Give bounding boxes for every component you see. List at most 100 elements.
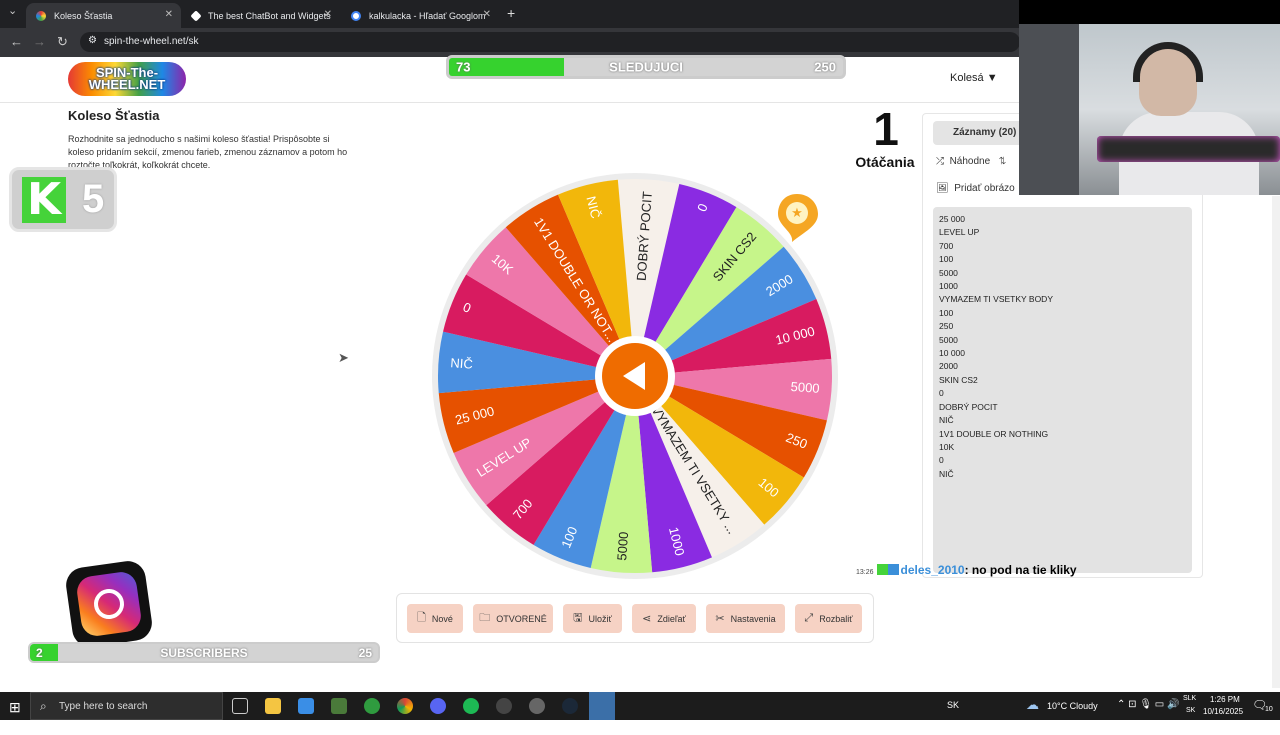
webcam-overlay: [1019, 24, 1280, 195]
follower-target: 250: [814, 59, 836, 75]
chrome-icon[interactable]: [397, 698, 413, 714]
active-app-icon[interactable]: [589, 692, 615, 720]
entry-line: NIČ: [939, 468, 954, 479]
tray-lang[interactable]: SK: [947, 700, 959, 728]
task-view-icon[interactable]: [232, 698, 248, 714]
settings-label: Nastavenia: [730, 613, 776, 624]
entry-line: 700: [939, 240, 954, 251]
windows-start-icon[interactable]: ⊞: [9, 699, 21, 716]
diamond-favicon-icon: [190, 9, 202, 22]
expand-icon: ⤢: [804, 612, 814, 624]
entry-line: 100: [939, 307, 954, 318]
discord-icon[interactable]: [430, 698, 446, 714]
new-button[interactable]: 🗋 Nové: [407, 604, 463, 633]
webcam-background: [1019, 24, 1079, 195]
wheel-segment-label: 5000: [614, 531, 631, 561]
xbox-icon[interactable]: [364, 698, 380, 714]
entry-line: 1000: [939, 281, 958, 292]
site-logo[interactable]: SPIN-The-WHEEL.NET: [68, 62, 186, 96]
address-bar[interactable]: ⚙ spin-the-wheel.net/sk: [80, 32, 1020, 52]
sort-icon[interactable]: ⇅: [999, 156, 1007, 167]
open-button[interactable]: 🗀 OTVORENÉ: [473, 604, 553, 633]
tab-list-icon[interactable]: ⌄: [8, 4, 17, 17]
spins-label: Otáčania: [855, 154, 915, 170]
entry-line: 0: [939, 455, 944, 466]
add-image-label: Pridať obrázo: [954, 183, 1015, 194]
subscribers-label: SUBSCRIBERS: [160, 645, 248, 660]
wheel-pointer-icon: ★: [778, 194, 818, 242]
entry-line: 0: [939, 388, 944, 399]
settings-button[interactable]: ✂ Nastavenia: [706, 604, 785, 633]
close-icon[interactable]: ✕: [165, 9, 173, 20]
taskbar-search[interactable]: ⌕ Type here to search: [30, 692, 223, 720]
obs-icon[interactable]: [496, 698, 512, 714]
tray-icons[interactable]: ⌃ ⊡ 🎙 ▭ 🔊: [1117, 699, 1179, 727]
new-tab-icon[interactable]: +: [507, 5, 515, 21]
share-button[interactable]: ⋖ Zdieľať: [632, 604, 696, 633]
save-icon: 🖫: [573, 612, 583, 624]
entry-line: DOBRÝ POCIT: [939, 401, 998, 412]
wheels-dropdown[interactable]: Kolesá ▼: [950, 72, 998, 84]
tab-entries[interactable]: Záznamy (20): [933, 121, 1033, 145]
close-icon[interactable]: ✕: [324, 9, 332, 20]
tab-chatbot[interactable]: The best ChatBot and Widgets ✕: [182, 3, 340, 28]
entries-textarea[interactable]: 25 000 LEVEL UP 700 100 5000 1000 VYMAZEM TI V…: [933, 207, 1192, 573]
spotify-icon[interactable]: [463, 698, 479, 714]
headphones-icon: [1133, 42, 1203, 82]
weather-text[interactable]: 10°C Cloudy: [1047, 701, 1098, 729]
file-explorer-icon[interactable]: [265, 698, 281, 714]
site-info-icon[interactable]: ⚙: [88, 35, 97, 46]
image-add-icon: 🖼: [936, 183, 949, 194]
entry-line: 2000: [939, 361, 958, 372]
page-description: Rozhodnite sa jednoducho s našimi koleso…: [68, 134, 348, 170]
spins-count: 1: [873, 103, 899, 155]
tab-title: Koleso Šťastia: [54, 10, 113, 21]
entry-line: VYMAZEM TI VSETKY BODY: [939, 294, 1053, 305]
search-placeholder: Type here to search: [59, 701, 148, 712]
game-icon[interactable]: [529, 698, 545, 714]
close-icon[interactable]: ✕: [483, 9, 491, 20]
shuffle-icon: ⤮: [936, 156, 944, 167]
page-scrollbar[interactable]: [1272, 196, 1280, 688]
webcam-frame: [1019, 0, 1280, 24]
entry-line: LEVEL UP: [939, 227, 980, 238]
back-icon[interactable]: ←: [10, 34, 23, 49]
shuffle-button[interactable]: ⤮ Náhodne ⇅: [936, 156, 1007, 167]
wheel-segment-label: NIČ: [450, 355, 473, 372]
expand-button[interactable]: ⤢ Rozbaliť: [795, 604, 862, 633]
entry-line: 5000: [939, 334, 958, 345]
wheel-favicon-icon: [36, 10, 46, 21]
save-label: Uložiť: [588, 613, 612, 624]
forward-icon[interactable]: →: [33, 34, 46, 49]
mouse-cursor-icon: ➤: [338, 350, 349, 365]
follower-label: SLEDUJUCI: [609, 59, 683, 75]
app-icon[interactable]: [331, 698, 347, 714]
share-icon: ⋖: [642, 613, 652, 625]
share-label: Zdieľať: [657, 613, 686, 624]
google-favicon-icon: [351, 10, 361, 21]
windows-taskbar: ⊞ ⌕ Type here to search SK ☁ 10°C Cloudy …: [0, 692, 1280, 720]
save-button[interactable]: 🖫 Uložiť: [563, 604, 622, 633]
tab-koleso[interactable]: Koleso Šťastia ✕: [26, 3, 181, 28]
entry-line: 25 000: [939, 214, 965, 224]
chat-text: : no pod na tie kliky: [964, 563, 1077, 577]
entry-line: 1V1 DOUBLE OR NOTHING: [939, 428, 1049, 439]
new-label: Nové: [431, 613, 453, 624]
store-icon[interactable]: [298, 698, 314, 714]
steam-icon[interactable]: [562, 698, 578, 714]
tab-google[interactable]: kalkulacka - Hľadať Googlom ✕: [341, 3, 499, 28]
weather-icon: ☁: [1026, 697, 1039, 712]
logo-text: SPIN-The-WHEEL.NET: [88, 65, 166, 92]
file-icon: 🗋: [417, 612, 426, 624]
chat-username: deles_2010: [900, 563, 965, 577]
clock-date[interactable]: 10/16/2025: [1203, 707, 1243, 735]
reload-icon[interactable]: ↻: [57, 34, 68, 50]
settings-icon: ✂: [715, 613, 725, 625]
add-image-button[interactable]: 🖼 Pridať obrázo: [936, 183, 1015, 194]
entry-line: 250: [939, 321, 954, 332]
chat-message-overlay: 13:26 deles_2010: no pod na tie kliky: [856, 563, 1077, 577]
verified-badge-icon: [887, 564, 899, 575]
webcam-keyboard: [1097, 136, 1280, 162]
page-title: Koleso Šťastia: [68, 108, 160, 123]
entry-line: NIČ: [939, 415, 954, 426]
